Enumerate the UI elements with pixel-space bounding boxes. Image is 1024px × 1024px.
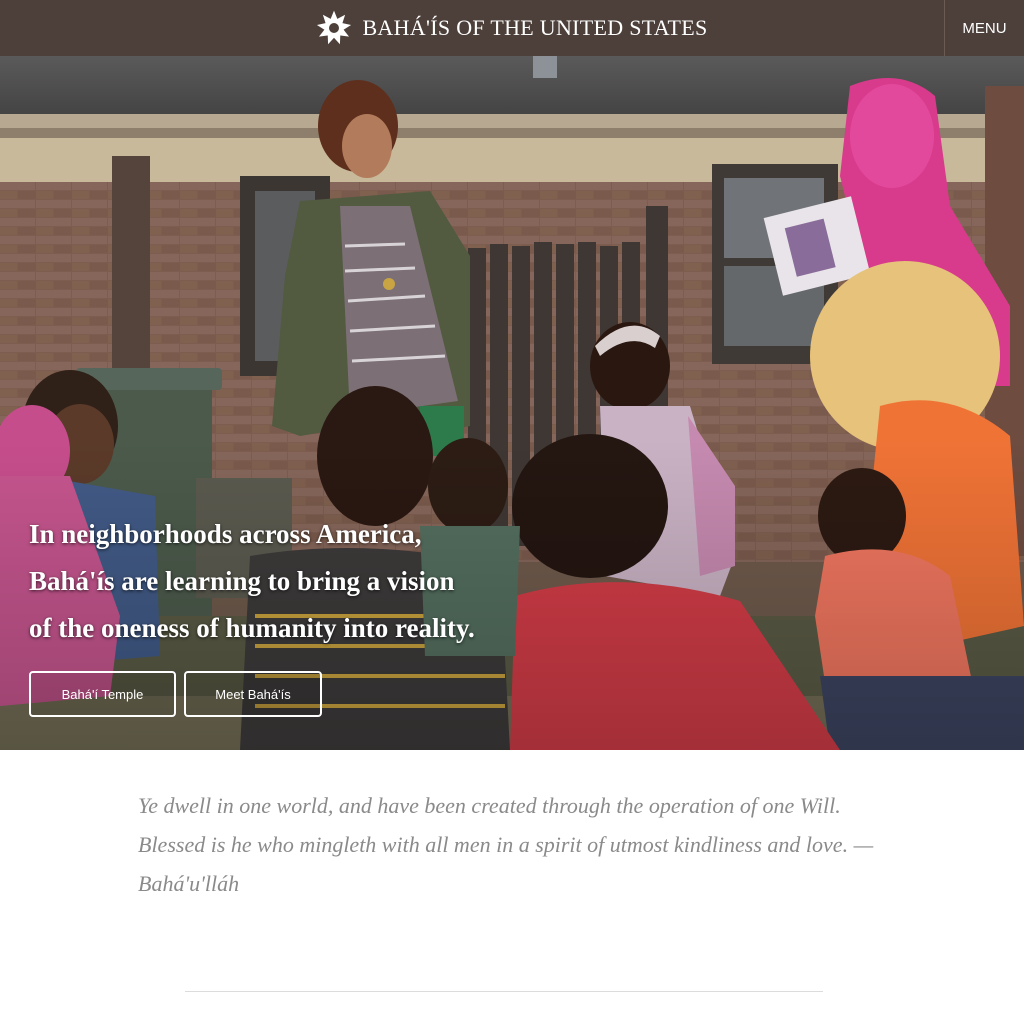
headline-line: of the oneness of humanity into reality. [29, 613, 475, 643]
quote-attribution: Bahá'u'lláh [138, 871, 240, 896]
headline-line: Bahá'ís are learning to bring a vision [29, 566, 455, 596]
bahaullah-quote: Ye dwell in one world, and have been cre… [138, 786, 898, 903]
hero-headline: In neighborhoods across America, Bahá'ís… [29, 511, 549, 652]
nine-pointed-star-icon [317, 10, 352, 45]
bahai-temple-button[interactable]: Bahá'í Temple [29, 671, 176, 717]
menu-button[interactable]: MENU [944, 0, 1024, 56]
site-brand-link[interactable]: BAHÁ'ÍS OF THE UNITED STATES [0, 0, 1024, 56]
section-divider [185, 991, 823, 992]
quote-line: Ye dwell in one world, and have been cre… [138, 793, 841, 818]
quote-line: Blessed is he who mingleth with all men … [138, 832, 874, 857]
site-title: BAHÁ'ÍS OF THE UNITED STATES [362, 15, 708, 40]
meet-bahais-button[interactable]: Meet Bahá'ís [184, 671, 322, 717]
hero-button-group: Bahá'í Temple Meet Bahá'ís [29, 671, 322, 717]
hero-banner: In neighborhoods across America, Bahá'ís… [0, 56, 1024, 750]
headline-line: In neighborhoods across America, [29, 519, 422, 549]
top-navigation-bar: BAHÁ'ÍS OF THE UNITED STATES MENU [0, 0, 1024, 56]
